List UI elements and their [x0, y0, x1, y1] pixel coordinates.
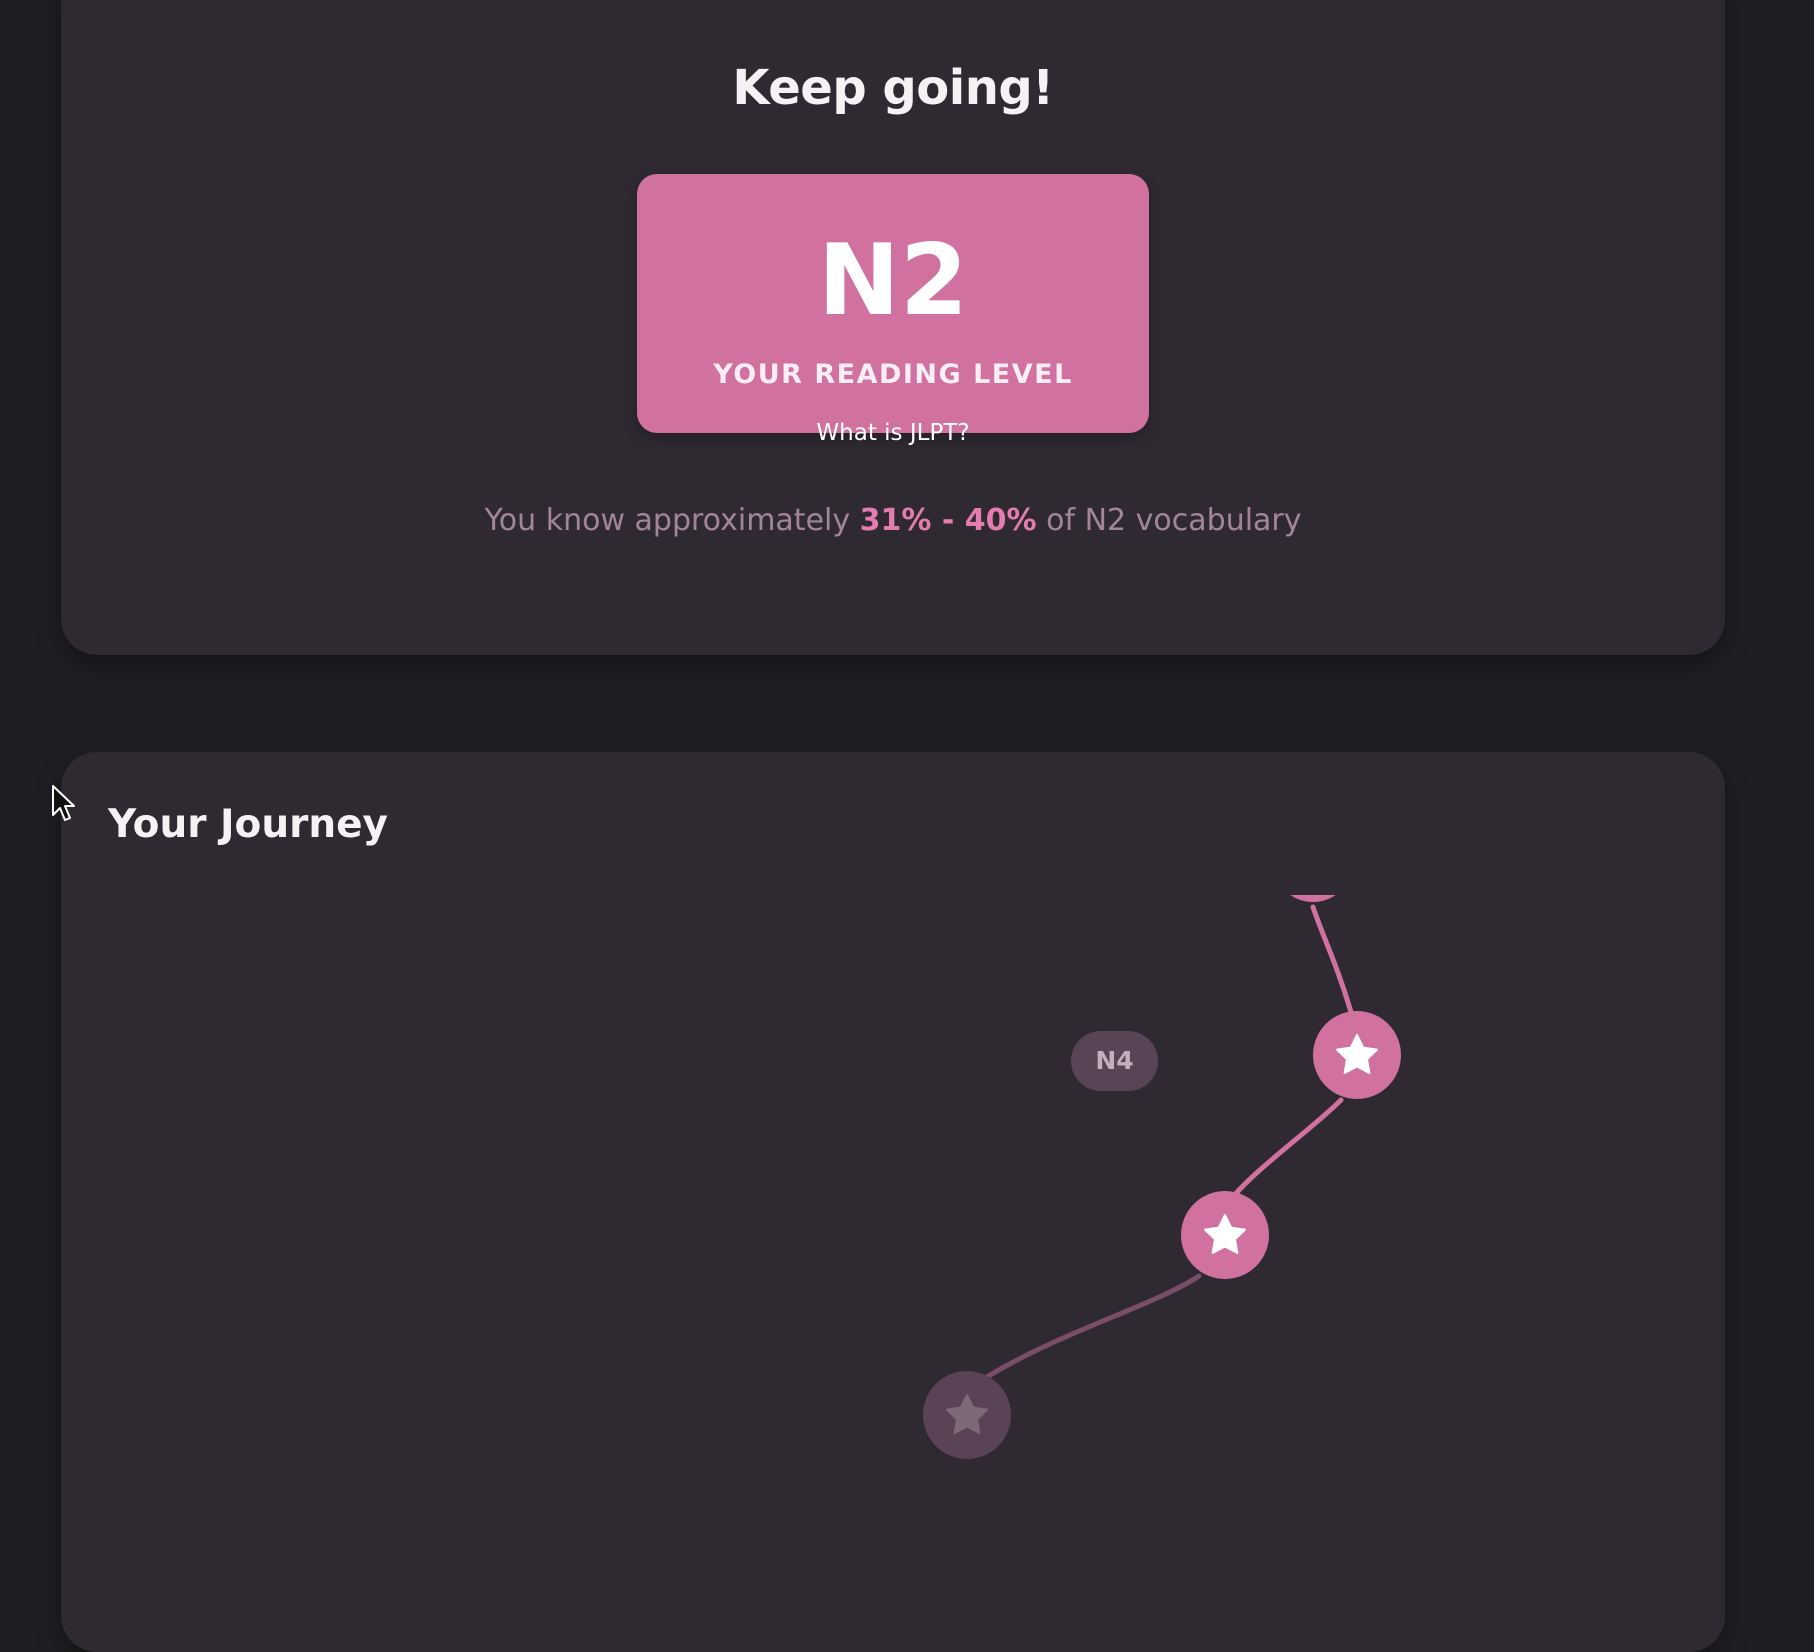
milestone-node-3[interactable]: [923, 1371, 1011, 1459]
milestone-node-1[interactable]: [1313, 1011, 1401, 1099]
headline: Keep going!: [732, 60, 1054, 116]
vocab-suffix: of N2 vocabulary: [1046, 503, 1302, 538]
vocab-range: 31% - 40%: [859, 503, 1037, 538]
journey-card: Your Journey N4: [61, 752, 1725, 1652]
milestone-node-top[interactable]: [1273, 822, 1353, 902]
journey-path-map: [923, 822, 1401, 1459]
vocabulary-summary: You know approximately 31% - 40% of N2 v…: [61, 503, 1725, 538]
path-segment: [1310, 904, 1354, 1015]
level-code: N2: [817, 224, 969, 338]
path-segment: [961, 1273, 1202, 1395]
vocab-prefix: You know approximately: [484, 503, 851, 538]
level-caption: YOUR READING LEVEL: [713, 359, 1073, 390]
mouse-pointer-icon: [52, 785, 75, 821]
milestone-label-n4: N4: [1071, 1031, 1158, 1091]
level-result-card: Keep going! N2 YOUR READING LEVEL What i…: [61, 0, 1725, 655]
milestone-node-2[interactable]: [1181, 1191, 1269, 1279]
path-segment: [1226, 1097, 1344, 1205]
reading-level-badge[interactable]: N2 YOUR READING LEVEL: [637, 174, 1149, 433]
what-is-jlpt-link[interactable]: What is JLPT?: [61, 420, 1725, 446]
